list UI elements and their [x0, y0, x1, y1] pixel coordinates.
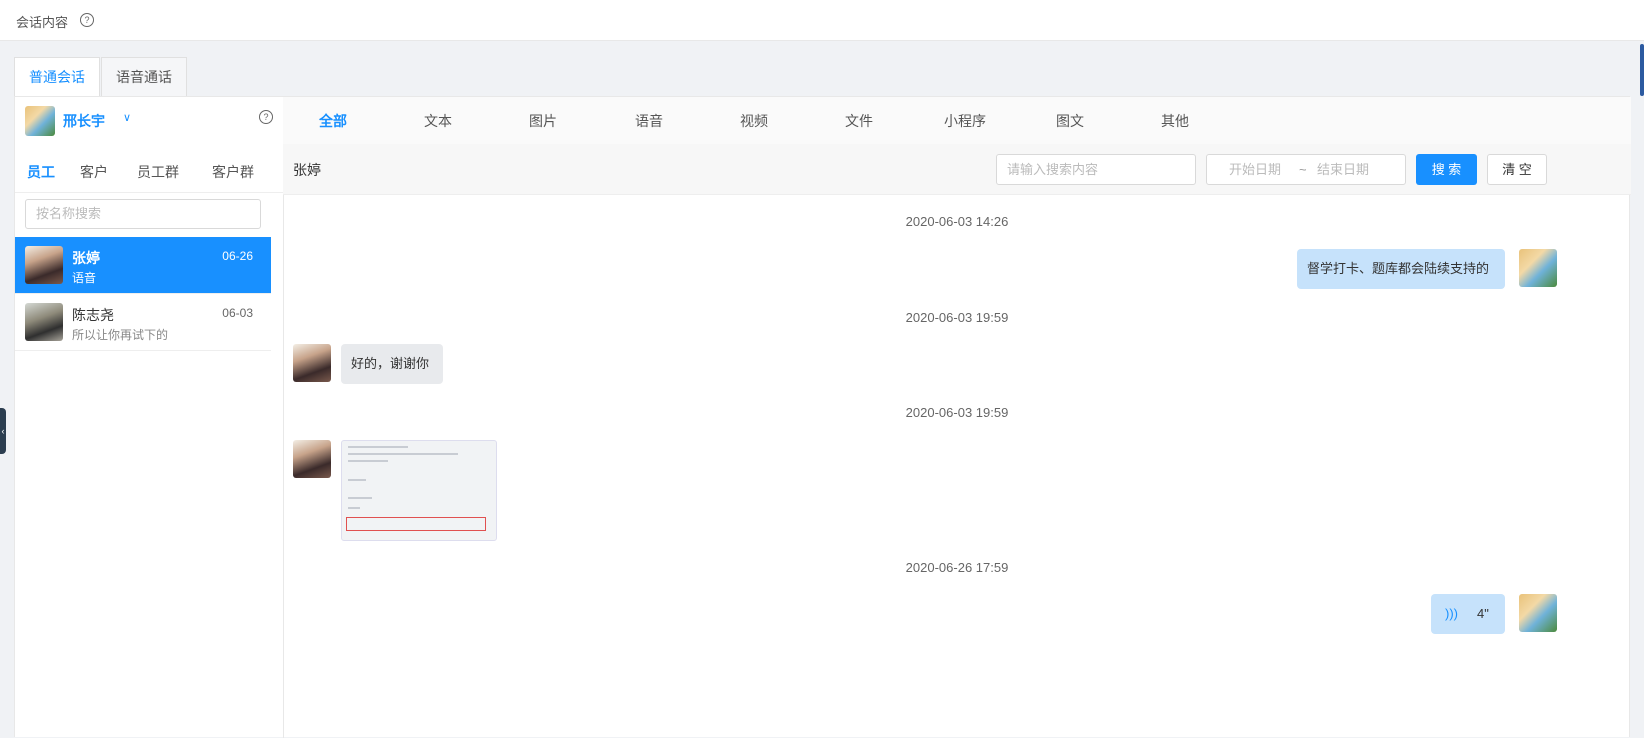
avatar	[1519, 249, 1557, 287]
help-icon[interactable]: ?	[259, 110, 273, 124]
search-button[interactable]: 搜 索	[1416, 154, 1477, 185]
voice-duration: 4"	[1477, 606, 1489, 621]
tab-customer[interactable]: 客户	[80, 162, 108, 182]
image-content-line	[348, 453, 458, 455]
contact-type-tabs: 员工 客户 员工群 客户群	[15, 152, 283, 193]
current-user-name[interactable]: 邢长宇	[63, 111, 105, 131]
main-panel: 邢长宇 ∨ ? 员工 客户 员工群 客户群 按名称搜索 张婷 06-26 语音 …	[14, 96, 1631, 738]
image-content-line	[348, 497, 372, 499]
top-bar: 会话内容 ?	[0, 0, 1644, 41]
filter-video[interactable]: 视频	[740, 111, 768, 131]
image-highlight-box	[346, 517, 486, 531]
start-date-field[interactable]: 开始日期	[1229, 155, 1281, 184]
image-content-line	[348, 507, 360, 509]
current-user-selector[interactable]: 邢长宇 ∨ ?	[15, 97, 283, 145]
filter-miniprogram[interactable]: 小程序	[944, 111, 986, 131]
list-item[interactable]: 张婷 06-26 语音	[15, 237, 271, 294]
message-bubble: 好的，谢谢你	[341, 344, 443, 384]
image-content-line	[348, 446, 408, 448]
filter-voice[interactable]: 语音	[635, 111, 663, 131]
message-type-filter: 全部 文本 图片 语音 视频 文件 小程序 图文 其他	[283, 97, 1631, 145]
date-range-picker[interactable]: 开始日期 ~ 结束日期	[1206, 154, 1406, 185]
image-content-line	[348, 479, 366, 481]
chat-area: 全部 文本 图片 语音 视频 文件 小程序 图文 其他 张婷 请输入搜索内容 开…	[283, 97, 1631, 738]
search-input[interactable]: 请输入搜索内容	[996, 154, 1196, 185]
chat-contact-name: 张婷	[293, 162, 321, 178]
page-title: 会话内容	[16, 15, 69, 30]
filter-other[interactable]: 其他	[1161, 111, 1189, 131]
contact-last-message: 所以让你再试下的	[72, 328, 169, 342]
avatar	[293, 440, 331, 478]
avatar	[25, 303, 63, 341]
image-message[interactable]	[341, 440, 497, 541]
clear-button[interactable]: 清 空	[1487, 154, 1547, 185]
message-timestamp: 2020-06-03 14:26	[905, 214, 1009, 229]
filter-file[interactable]: 文件	[845, 111, 873, 131]
date-separator: ~	[1299, 162, 1307, 177]
sidebar-collapse-handle[interactable]: ‹	[0, 408, 6, 454]
avatar	[1519, 594, 1557, 632]
contact-date: 06-03	[222, 306, 253, 320]
contact-sidebar: 邢长宇 ∨ ? 员工 客户 员工群 客户群 按名称搜索 张婷 06-26 语音 …	[15, 97, 284, 738]
tab-employee-group[interactable]: 员工群	[137, 162, 179, 182]
filter-text[interactable]: 文本	[424, 111, 452, 131]
voice-wave-icon: )))	[1445, 606, 1458, 621]
contact-last-message: 语音	[72, 271, 97, 285]
filter-image[interactable]: 图片	[529, 111, 557, 131]
message-bubble: 督学打卡、题库都会陆续支持的	[1297, 249, 1505, 289]
filter-all[interactable]: 全部	[319, 111, 347, 131]
tab-normal-session[interactable]: 普通会话	[14, 57, 100, 97]
name-search-input[interactable]: 按名称搜索	[25, 199, 261, 229]
tab-customer-group[interactable]: 客户群	[212, 162, 254, 182]
message-timestamp: 2020-06-03 19:59	[905, 310, 1009, 325]
message-timestamp: 2020-06-26 17:59	[905, 560, 1009, 575]
scrollbar[interactable]	[1640, 44, 1644, 96]
contact-name: 陈志尧	[72, 307, 114, 323]
avatar	[25, 246, 63, 284]
avatar	[293, 344, 331, 382]
list-item[interactable]: 陈志尧 06-03 所以让你再试下的	[15, 294, 271, 351]
chevron-down-icon[interactable]: ∨	[123, 111, 131, 124]
contact-date: 06-26	[222, 249, 253, 263]
end-date-field[interactable]: 结束日期	[1317, 155, 1369, 184]
image-content-line	[348, 460, 388, 462]
tab-voice-call[interactable]: 语音通话	[101, 57, 187, 96]
help-icon[interactable]: ?	[80, 13, 94, 27]
message-timestamp: 2020-06-03 19:59	[905, 405, 1009, 420]
voice-message[interactable]: ))) 4"	[1431, 594, 1505, 634]
contact-name: 张婷	[72, 250, 100, 266]
tab-employee[interactable]: 员工	[27, 162, 55, 182]
chat-search-bar: 张婷 请输入搜索内容 开始日期 ~ 结束日期 搜 索 清 空	[283, 144, 1631, 195]
avatar	[25, 106, 55, 136]
filter-article[interactable]: 图文	[1056, 111, 1084, 131]
